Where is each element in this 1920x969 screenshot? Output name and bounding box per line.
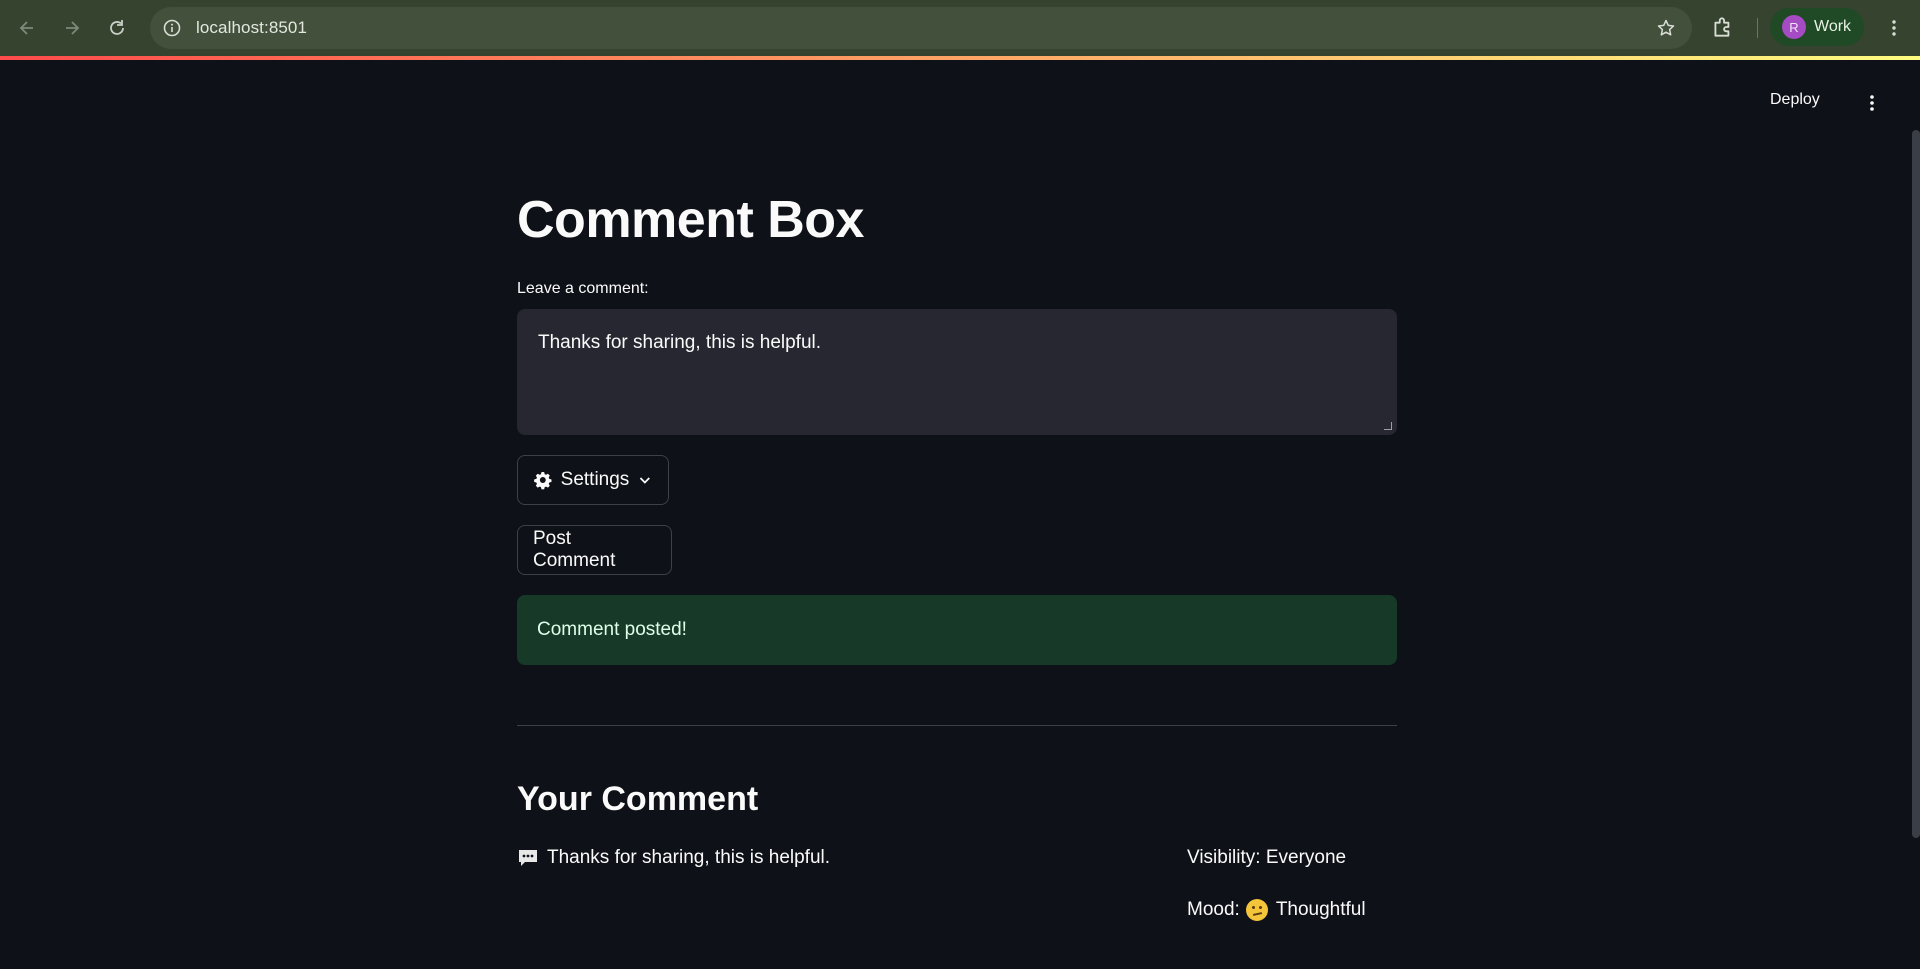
deploy-button[interactable]: Deploy	[1770, 91, 1820, 115]
divider	[517, 725, 1397, 726]
app-menu-icon[interactable]	[1862, 90, 1882, 116]
profile-button[interactable]: R Work	[1770, 8, 1864, 46]
success-alert: Comment posted!	[517, 595, 1397, 665]
speech-bubble-icon	[519, 850, 537, 866]
decoration-bar	[0, 56, 1920, 60]
page-title: Comment Box	[517, 191, 864, 249]
star-icon[interactable]	[1656, 18, 1676, 38]
settings-label: Settings	[560, 469, 630, 490]
url-text[interactable]: localhost:8501	[196, 18, 307, 38]
posted-comment-text: Thanks for sharing, this is helpful.	[547, 847, 831, 868]
comment-textarea-value[interactable]: Thanks for sharing, this is helpful.	[538, 332, 821, 353]
forward-icon[interactable]	[56, 12, 88, 44]
visibility-text: Visibility: Everyone	[1187, 847, 1347, 868]
post-comment-button[interactable]: Post Comment	[517, 525, 672, 575]
visibility-info: Visibility: Everyone	[1187, 847, 1346, 869]
kebab-menu-icon[interactable]	[1880, 14, 1908, 42]
gear-icon	[534, 471, 552, 490]
browser-toolbar: localhost:8501 R Work	[0, 0, 1920, 56]
info-icon[interactable]	[162, 18, 182, 38]
toolbar-divider	[1757, 18, 1758, 38]
posted-comment: Thanks for sharing, this is helpful.	[517, 847, 830, 869]
mood-value: Thoughtful	[1275, 899, 1366, 920]
address-bar[interactable]: localhost:8501	[150, 7, 1692, 49]
scrollbar[interactable]	[1912, 130, 1920, 838]
comment-textarea[interactable]: Thanks for sharing, this is helpful.	[517, 309, 1397, 435]
mood-label: Mood:	[1187, 899, 1240, 920]
profile-label: Work	[1814, 18, 1852, 35]
comment-label: Leave a comment:	[517, 280, 649, 297]
thinking-face-icon	[1245, 899, 1268, 921]
avatar: R	[1782, 15, 1806, 39]
section-title: Your Comment	[517, 780, 759, 818]
mood-info: Mood: Thoughtful	[1187, 899, 1366, 921]
resize-handle-icon[interactable]	[1384, 422, 1392, 430]
post-comment-label: Post Comment	[533, 528, 616, 571]
reload-icon[interactable]	[101, 12, 133, 44]
settings-popover-button[interactable]: Settings	[517, 455, 669, 505]
back-icon[interactable]	[11, 12, 43, 44]
chevron-down-icon	[640, 477, 651, 484]
puzzle-icon[interactable]	[1710, 14, 1736, 40]
success-message: Comment posted!	[537, 619, 687, 640]
